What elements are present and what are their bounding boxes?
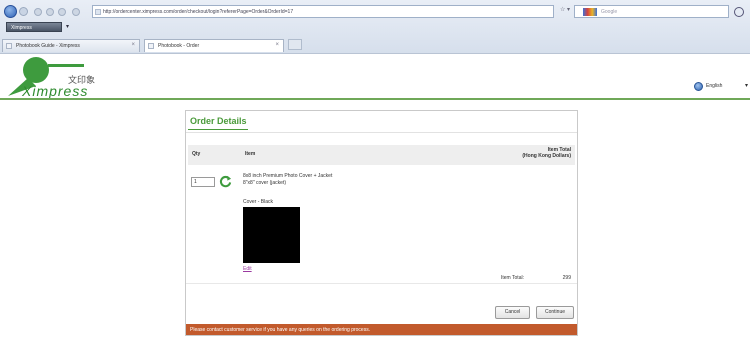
continue-button[interactable]: Continue	[536, 306, 574, 319]
table-header: Qty Item Item Total (Hong Kong Dollars)	[188, 145, 575, 165]
product-size: 8"x8" cover (jacket)	[243, 180, 287, 186]
search-engine-icon[interactable]	[583, 8, 597, 16]
logo-wordmark: Ximpress	[21, 83, 88, 98]
notice-text: Please contact customer service if you h…	[190, 327, 371, 333]
cancel-button[interactable]: Cancel	[495, 306, 530, 319]
order-details-panel: Order Details Qty Item Item Total (Hong …	[185, 110, 578, 336]
tab-favicon-icon	[148, 43, 154, 49]
back-button[interactable]	[4, 5, 17, 18]
url-text: http://ordercenter.ximpress.com/order/ch…	[103, 9, 294, 15]
search-placeholder: Google	[601, 9, 618, 15]
tab-close-icon[interactable]: ×	[275, 42, 279, 48]
globe-icon	[694, 82, 703, 91]
forward-button[interactable]	[19, 7, 28, 16]
search-box[interactable]: Google	[574, 5, 729, 18]
edit-link[interactable]: Edit	[243, 266, 252, 272]
tab-label: Photobook Guide - Ximpress	[16, 43, 80, 49]
language-selector[interactable]: English ▾	[694, 81, 750, 93]
column-header-item: Item	[245, 151, 256, 157]
column-header-total: Item Total (Hong Kong Dollars)	[522, 147, 571, 159]
profile-menu-label: Ximpress	[11, 25, 32, 31]
home-icon[interactable]	[72, 8, 80, 16]
reload-icon[interactable]	[46, 8, 54, 16]
refresh-icon[interactable]	[219, 175, 232, 188]
menu-toolbar: Ximpress ▾	[0, 21, 750, 33]
quantity-input[interactable]: 1	[191, 177, 215, 187]
new-tab-button[interactable]	[288, 39, 302, 50]
notice-bar: Please contact customer service if you h…	[186, 324, 577, 335]
chevron-down-icon[interactable]: ▾	[66, 23, 69, 30]
address-bar[interactable]: http://ordercenter.ximpress.com/order/ch…	[92, 5, 554, 18]
divider	[186, 283, 577, 284]
title-underline	[188, 129, 248, 130]
url-dropdown-icon[interactable]: ▾	[567, 6, 570, 13]
header-divider	[0, 98, 750, 100]
navigation-toolbar: http://ordercenter.ximpress.com/order/ch…	[0, 3, 750, 20]
bookmark-star-icon[interactable]: ☆	[560, 6, 565, 13]
browser-chrome: http://ordercenter.ximpress.com/order/ch…	[0, 0, 750, 54]
site-header: 文印象 Ximpress	[0, 54, 750, 100]
ximpress-logo[interactable]: 文印象 Ximpress	[6, 56, 118, 98]
divider	[186, 132, 577, 133]
language-label: English	[706, 83, 723, 89]
cover-thumbnail	[243, 207, 300, 263]
stop-icon[interactable]	[58, 8, 66, 16]
profile-menu-button[interactable]: Ximpress	[6, 22, 62, 32]
column-header-total-line2: (Hong Kong Dollars)	[522, 153, 571, 159]
product-name: 8x8 inch Premium Photo Cover + Jacket	[243, 173, 333, 179]
tab-order[interactable]: Photobook - Order ×	[144, 39, 284, 52]
item-total-value: 299	[562, 275, 571, 281]
page-title: Order Details	[190, 116, 247, 126]
column-header-qty: Qty	[192, 151, 201, 157]
history-dropdown-icon[interactable]	[34, 8, 42, 16]
page-favicon-icon	[95, 9, 101, 15]
tab-label: Photobook - Order	[158, 43, 200, 49]
tab-strip: Photobook Guide - Ximpress × Photobook -…	[0, 35, 750, 53]
item-total-label: Item Total:	[501, 275, 524, 281]
tab-photobook-guide[interactable]: Photobook Guide - Ximpress ×	[2, 39, 140, 52]
chevron-down-icon: ▾	[745, 83, 749, 89]
magnifier-icon[interactable]	[734, 7, 744, 17]
tab-close-icon[interactable]: ×	[131, 42, 135, 48]
tab-favicon-icon	[6, 43, 12, 49]
cover-label: Cover - Black	[243, 199, 274, 205]
